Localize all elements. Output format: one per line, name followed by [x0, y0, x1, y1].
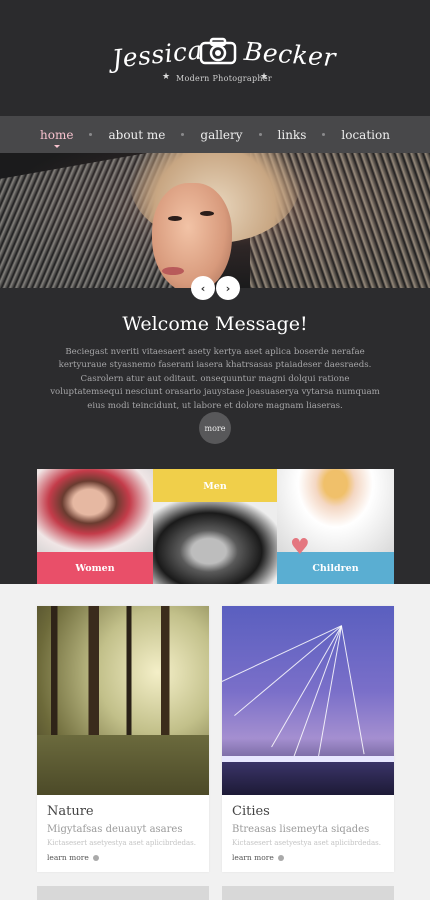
star-icon: ★: [260, 72, 269, 82]
hero-slider-image: [0, 153, 430, 288]
nav-item-location[interactable]: location: [337, 128, 394, 142]
main-nav: home about me gallery links location: [0, 116, 430, 153]
bridge-cable: [271, 625, 342, 748]
hero-lips: [162, 267, 184, 275]
bridge-cable: [222, 625, 342, 690]
site-header: Jessica Becker ★ Modern Photographer ★: [0, 0, 430, 116]
men-category-label: Men: [203, 481, 227, 492]
slider-next-button[interactable]: ›: [216, 276, 240, 300]
nav-item-about-me[interactable]: about me: [104, 128, 169, 142]
bridge-cable: [234, 625, 342, 716]
next-card-preview: [37, 886, 209, 900]
bridge-water: [222, 762, 394, 795]
arrow-circle-icon: [277, 855, 284, 861]
nav-item-links[interactable]: links: [274, 128, 311, 142]
nav-separator: [258, 133, 262, 136]
cities-image[interactable]: [222, 606, 394, 795]
logo-first-name: Jessica: [110, 35, 205, 74]
women-category-label: Women: [75, 563, 115, 574]
forest-floor: [37, 735, 209, 795]
arrow-circle-icon: [92, 855, 99, 861]
category-grid: Women Men Children: [37, 469, 394, 584]
card-nature: Nature Migytafsas deuauyt asares Kictase…: [37, 606, 209, 872]
card-description: Kictasesert asetyestya aset aplicibrdeda…: [47, 839, 196, 847]
women-category-tile[interactable]: Women: [37, 552, 153, 584]
nav-separator: [181, 133, 185, 136]
nav-separator: [322, 133, 326, 136]
bridge-cable: [341, 626, 365, 755]
children-category-label: Children: [312, 563, 359, 574]
hero-eye: [168, 216, 182, 221]
card-subtitle: Migytafsas deuauyt asares: [47, 824, 183, 835]
heart-drawing-icon: ♥: [290, 535, 310, 560]
learn-more-link[interactable]: learn more: [47, 853, 99, 862]
chevron-right-icon: ›: [225, 281, 231, 295]
card-title: Nature: [47, 804, 94, 819]
card-subtitle: Btreasas lisemeyta siqades: [232, 824, 370, 835]
welcome-text: Beciegast nveriti vitaesaert asety kerty…: [50, 347, 380, 411]
more-button[interactable]: more: [199, 412, 231, 444]
site-logo[interactable]: Jessica Becker ★ Modern Photographer ★: [108, 35, 337, 86]
nav-separator: [89, 133, 93, 136]
nav-item-home[interactable]: home: [36, 128, 77, 148]
nav-item-gallery[interactable]: gallery: [196, 128, 246, 142]
next-card-preview: [222, 886, 394, 900]
hero-eye: [200, 211, 214, 216]
slider-prev-button[interactable]: ‹: [191, 276, 215, 300]
men-category-image[interactable]: [153, 502, 277, 584]
card-cities: Cities Btreasas lisemeyta siqades Kictas…: [222, 606, 394, 872]
logo-last-name: Becker: [243, 36, 337, 73]
women-category-image[interactable]: [37, 469, 153, 552]
chevron-left-icon: ‹: [200, 281, 206, 295]
welcome-title: Welcome Message!: [122, 313, 308, 335]
learn-more-link[interactable]: learn more: [232, 853, 284, 862]
camera-icon: [199, 37, 237, 65]
tagline: Modern Photographer: [176, 74, 273, 83]
learn-more-label: learn more: [47, 853, 89, 862]
learn-more-label: learn more: [232, 853, 274, 862]
card-description: Kictasesert asetyestya aset aplicibrdeda…: [232, 839, 381, 847]
card-title: Cities: [232, 804, 270, 819]
men-category-tile[interactable]: Men: [153, 469, 277, 502]
star-icon: ★: [162, 72, 171, 82]
nature-image[interactable]: [37, 606, 209, 795]
